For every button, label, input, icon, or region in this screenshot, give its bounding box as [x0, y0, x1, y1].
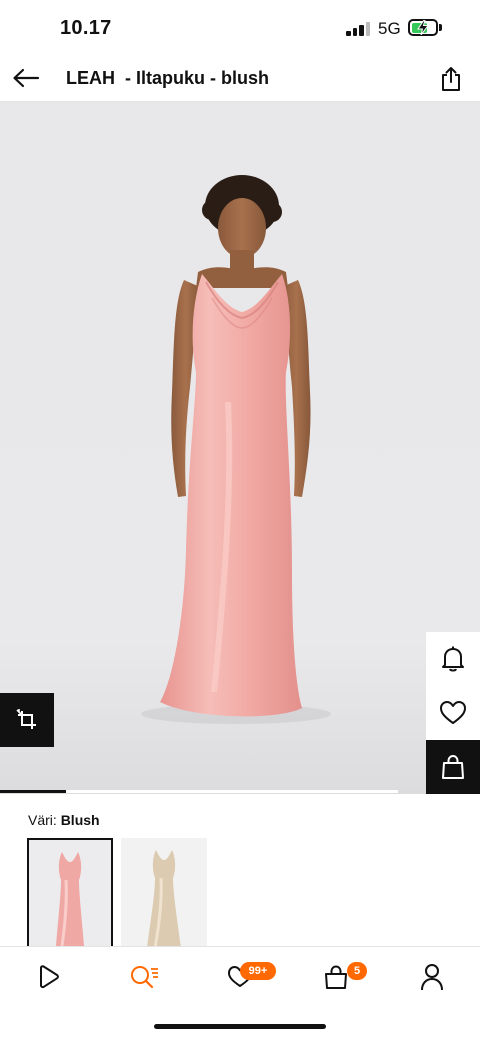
gallery-progress-track: [66, 790, 398, 793]
nav-search[interactable]: [121, 959, 167, 995]
page-title: LEAH - Iltapuku - blush: [66, 68, 269, 88]
share-icon: [442, 67, 460, 91]
add-to-bag-button[interactable]: [426, 740, 480, 794]
heart-icon: [440, 701, 466, 724]
status-bar: 10.17 5G: [0, 0, 480, 54]
wishlist-button[interactable]: [426, 686, 480, 740]
wishlist-count-badge: 99+: [240, 962, 276, 980]
crop-icon: [16, 709, 36, 729]
battery-tip: [439, 24, 442, 31]
bag-icon: [325, 965, 347, 989]
color-swatch-champagne[interactable]: [121, 838, 207, 948]
play-icon: [40, 965, 59, 989]
image-gallery-progress: [0, 788, 480, 794]
swatch-dress-image: [56, 852, 84, 946]
status-time: 10.17: [60, 17, 112, 39]
search-list-icon: [131, 966, 158, 989]
arrow-left-icon: [13, 68, 40, 88]
nav-home[interactable]: [25, 959, 71, 995]
bag-count-badge: 5: [347, 962, 367, 980]
selected-color: Blush: [60, 812, 100, 828]
home-indicator: [154, 1024, 326, 1029]
back-button[interactable]: [6, 60, 46, 96]
gallery-progress-bar: [0, 790, 66, 793]
signal-icon: [346, 22, 372, 36]
product-image[interactable]: [0, 102, 480, 794]
top-app-bar: LEAH - Iltapuku - blush: [0, 54, 480, 102]
battery-icon: [408, 19, 438, 36]
notify-button[interactable]: [426, 632, 480, 686]
color-label: Väri: Blush: [28, 812, 100, 828]
user-icon: [421, 964, 443, 991]
color-swatch-blush[interactable]: [27, 838, 113, 948]
swatch-dress-image: [147, 850, 181, 948]
model-illustration: [141, 175, 331, 724]
share-button[interactable]: [432, 60, 470, 98]
nav-profile[interactable]: [409, 959, 455, 995]
shopping-bag-icon: [442, 754, 464, 779]
bell-icon: [442, 646, 464, 672]
network-label: 5G: [378, 19, 401, 38]
fit-finder-button[interactable]: [0, 693, 54, 747]
color-label-prefix: Väri:: [28, 812, 57, 828]
